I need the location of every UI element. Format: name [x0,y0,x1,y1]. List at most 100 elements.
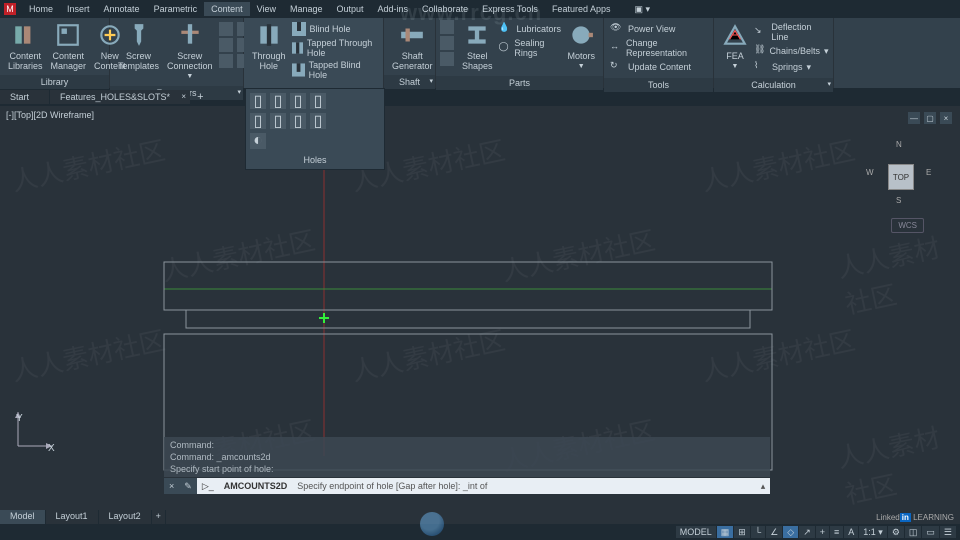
tab-parametric[interactable]: Parametric [147,2,205,16]
panel-shaft: Shaft Generator Shaft▾ [384,18,436,88]
viewcube-n[interactable]: N [896,140,902,149]
fastener-mini-3[interactable] [219,54,233,68]
springs-icon: ⌇ [754,60,768,74]
tab-output[interactable]: Output [330,2,371,16]
close-icon[interactable]: × [181,92,186,101]
status-dyn-icon[interactable]: + [816,526,829,538]
fea-icon [722,22,748,48]
hole-variant-5[interactable]: ▯ [250,113,266,129]
status-model[interactable]: MODEL [676,526,716,538]
screw-template-icon [126,22,152,48]
btn-steel-shapes[interactable]: Steel Shapes [458,20,497,73]
watermark: 人人素材社区 [834,224,960,321]
viewport-min-icon[interactable]: — [908,112,920,124]
command-bar[interactable]: × ✎ ▷_ AMCOUNTS2D Specify endpoint of ho… [164,478,770,494]
view-label[interactable]: [-][Top][2D Wireframe] [6,110,94,120]
tab-overflow[interactable]: ▣ ▾ [627,2,657,17]
status-clean-icon[interactable]: ▭ [922,526,939,538]
status-ortho-icon[interactable]: └ [751,526,765,538]
watermark: 人人素材社区 [348,320,508,389]
btn-sealing-rings[interactable]: ◯Sealing Rings [499,38,562,58]
btn-springs[interactable]: ⌇Springs ▾ [754,60,828,74]
status-bar: MODEL ▦ ⊞ └ ∠ ◇ ↗ + ≡ A 1:1 ▾ ⚙ ◫ ▭ ☰ [0,524,960,540]
tapped-blind-icon [292,63,305,77]
btn-chains[interactable]: ⛓Chains/Belts ▾ [754,44,828,58]
btn-motors[interactable]: Motors▼ [563,20,599,74]
tab-annotate[interactable]: Annotate [97,2,147,16]
tab-view[interactable]: View [250,2,283,16]
tab-add-layout[interactable]: + [152,510,165,524]
btn-screw-connection[interactable]: Screw Connection▼ [163,20,217,84]
btn-deflection[interactable]: ↘Deflection Line [754,22,828,42]
tab-manage[interactable]: Manage [283,2,330,16]
hole-variant-7[interactable]: ▯ [290,113,306,129]
btn-update-content[interactable]: ↻Update Content [610,60,707,74]
parts-mini-3[interactable] [440,52,454,66]
status-custom-icon[interactable]: ☰ [940,526,956,538]
viewcube-e[interactable]: E [926,168,931,177]
wcs-badge[interactable]: WCS [891,218,924,233]
panel-title-tools: Tools [604,78,713,92]
btn-fea[interactable]: FEA▼ [718,20,752,74]
btn-tapped-blind[interactable]: Tapped Blind Hole [292,60,377,80]
viewcube-s[interactable]: S [896,196,901,205]
status-iso-icon[interactable]: ◫ [905,526,922,538]
btn-screw-templates[interactable]: Screw Templates [114,20,163,73]
viewcube[interactable]: N E S W TOP [870,146,930,206]
viewcube-face[interactable]: TOP [888,164,914,190]
hole-variant-8[interactable]: ▯ [310,113,326,129]
status-polar-icon[interactable]: ∠ [766,526,782,538]
tab-model[interactable]: Model [0,510,45,524]
cmd-close-icon[interactable]: × [164,478,179,494]
status-gear-icon[interactable]: ⚙ [888,526,904,538]
parts-mini-2[interactable] [440,36,454,50]
btn-through-hole[interactable]: Through Hole [248,20,290,73]
tab-featured[interactable]: Featured Apps [545,2,618,16]
btn-content-manager[interactable]: Content Manager [47,20,91,73]
hole-variant-3[interactable]: ▯ [290,93,306,109]
status-anno-icon[interactable]: A [844,526,858,538]
hole-variant-6[interactable]: ▯ [270,113,286,129]
fastener-mini-1[interactable] [219,22,233,36]
cmd-config-icon[interactable]: ✎ [179,478,197,494]
viewport-close-icon[interactable]: × [940,112,952,124]
file-tab-current[interactable]: Features_HOLES&SLOTS*× [50,90,190,104]
panel-holes: Through Hole Blind Hole Tapped Through H… [244,18,384,88]
panel-title-calculation: Calculation▾ [714,78,833,92]
tab-home[interactable]: Home [22,2,60,16]
btn-tapped-through[interactable]: Tapped Through Hole [292,38,377,58]
hole-variant-1[interactable]: ▯ [250,93,266,109]
watermark-url: www.rrcg.cn [400,0,542,26]
status-osnap-icon[interactable]: ◇ [783,526,798,538]
tab-content[interactable]: Content [204,2,250,16]
status-grid-icon[interactable]: ▦ [717,526,734,538]
btn-change-rep[interactable]: ↔Change Representation [610,38,707,58]
app-icon[interactable]: M [4,3,16,15]
fastener-mini-2[interactable] [219,38,233,52]
file-tab-start[interactable]: Start [0,90,49,104]
panel-title-library: Library [0,75,109,89]
cmd-history-toggle[interactable]: ▴ [756,481,770,492]
tab-layout2[interactable]: Layout2 [99,510,151,524]
viewcube-w[interactable]: W [866,168,874,177]
hole-variant-4[interactable]: ▯ [310,93,326,109]
tab-insert[interactable]: Insert [60,2,97,16]
btn-content-libraries[interactable]: Content Libraries [4,20,47,73]
cmd-input[interactable]: Specify endpoint of hole [Gap after hole… [292,481,756,491]
panel-title-parts: Parts [436,76,603,90]
viewport-max-icon[interactable]: ▢ [924,112,936,124]
btn-power-view[interactable]: 👁Power View [610,22,707,36]
hole-variant-2[interactable]: ▯ [270,93,286,109]
tab-layout1[interactable]: Layout1 [46,510,98,524]
btn-blind-hole[interactable]: Blind Hole [292,22,377,36]
hole-variant-more[interactable]: ◐ [250,133,266,149]
linkedin-badge: Linkedin LEARNING [876,513,954,522]
file-tab-add[interactable]: + [191,89,209,105]
status-snap-icon[interactable]: ⊞ [734,526,750,538]
status-lwt-icon[interactable]: ≡ [830,526,843,538]
motor-icon [568,22,594,48]
btn-shaft-generator[interactable]: Shaft Generator [388,20,437,73]
status-track-icon[interactable]: ↗ [799,526,815,538]
status-scale-icon[interactable]: 1:1 ▾ [859,526,887,538]
drawing-canvas[interactable]: [-][Top][2D Wireframe] — ▢ × 人人素材社区 人人素材… [0,106,960,524]
